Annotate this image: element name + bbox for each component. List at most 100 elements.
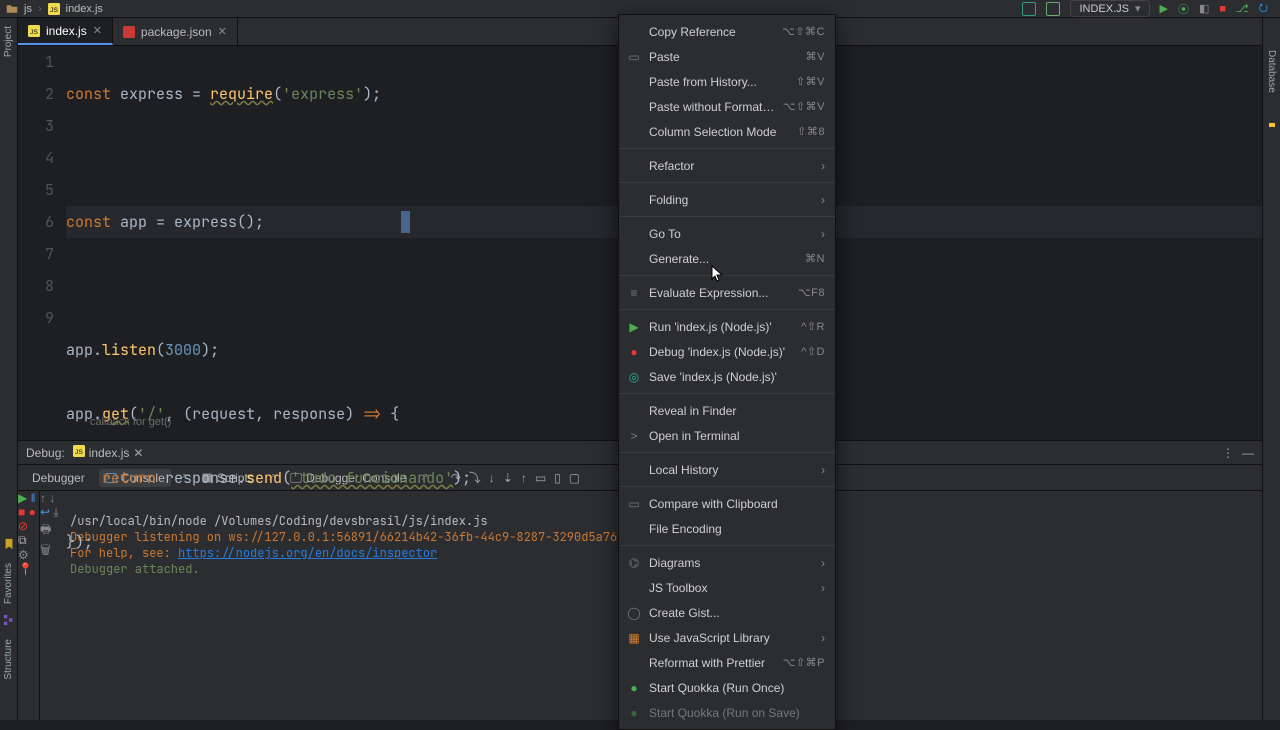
ctx-paste[interactable]: ▭Paste⌘V — [619, 44, 835, 69]
chevron-right-icon: › — [821, 581, 825, 595]
tool-icon[interactable] — [1022, 2, 1036, 16]
ctx-paste-from-history[interactable]: Paste from History... ⇧⌘V — [619, 69, 835, 94]
structure-icon[interactable] — [3, 614, 15, 629]
ctx-open-in-terminal[interactable]: >Open in Terminal — [619, 423, 835, 448]
close-icon[interactable]: ✕ — [93, 24, 102, 37]
js-file-icon: JS — [28, 25, 40, 37]
crumb-file[interactable]: index.js — [66, 3, 103, 15]
ctx-local-history[interactable]: Local History› — [619, 457, 835, 482]
ctx-reformat-with-prettier[interactable]: Reformat with Prettier⌥⇧⌘P — [619, 650, 835, 675]
tool-icon[interactable] — [1046, 2, 1060, 16]
coverage-icon[interactable]: ◧ — [1199, 2, 1209, 15]
ctx-label: Generate... — [649, 252, 797, 266]
ctx-evaluate-expression[interactable]: ≡Evaluate Expression...⌥F8 — [619, 280, 835, 305]
main-toolbar: INDEX.JS ▾ ▶ ⦿ ◧ ■ ⎇ ⭮ — [1022, 0, 1274, 18]
update-icon[interactable]: ⭮ — [1259, 0, 1268, 18]
ctx-start-quokka-run-on-save[interactable]: ● Start Quokka (Run on Save) — [619, 700, 835, 725]
ctx-label: Reveal in Finder — [649, 404, 825, 418]
ctx-label: Go To — [649, 227, 813, 241]
ctx-label: Paste from History... — [649, 75, 788, 89]
run-config-name: INDEX.JS — [1079, 3, 1129, 15]
ctx-paste-without-formatting[interactable]: Paste without Formatting⌥⇧⌘V — [619, 94, 835, 119]
ctx-shortcut: ⇧⌘8 — [797, 125, 825, 138]
wrap-icon[interactable]: ↩ — [40, 505, 50, 519]
ctx-shortcut: ^⇧R — [801, 320, 825, 333]
ctx-generate[interactable]: Generate...⌘N — [619, 246, 835, 271]
ctx-diagrams[interactable]: ⌬ Diagrams › — [619, 550, 835, 575]
ctx-copy-reference[interactable]: Copy Reference⌥⇧⌘C — [619, 19, 835, 44]
tab-index-js[interactable]: JS index.js ✕ — [18, 18, 113, 45]
git-icon[interactable]: ⎇ — [1236, 2, 1249, 15]
rerun-icon[interactable]: ▶ — [18, 491, 27, 505]
run-icon[interactable]: ▶ — [1160, 2, 1168, 15]
print-icon[interactable]: 🖶 — [40, 522, 51, 536]
tool-favorites[interactable]: Favorites — [3, 563, 14, 604]
eval-icon: ≡ — [627, 286, 641, 300]
qk-icon: ● — [627, 706, 641, 720]
ctx-shortcut: ⌥⇧⌘C — [782, 25, 825, 38]
camera-icon[interactable]: ⧉ — [18, 533, 27, 547]
ctx-refactor[interactable]: Refactor › — [619, 153, 835, 178]
stop-icon[interactable]: ■ — [1219, 3, 1226, 15]
stop-icon[interactable]: ■ — [18, 505, 25, 519]
error-stripe[interactable] — [1269, 123, 1275, 127]
tool-structure[interactable]: Structure — [3, 639, 14, 680]
ctx-start-quokka-run-once[interactable]: ●Start Quokka (Run Once) — [619, 675, 835, 700]
crumb-folder[interactable]: js — [24, 3, 32, 15]
diag-icon: ⌬ — [627, 556, 641, 570]
ctx-js-toolbox[interactable]: JS Toolbox › — [619, 575, 835, 600]
callback-hint: callback for get() — [90, 406, 171, 438]
pause-icon[interactable]: ‖ — [31, 491, 36, 505]
ctx-column-selection-mode[interactable]: Column Selection Mode⇧⌘8 — [619, 119, 835, 144]
chevron-down-icon: ▾ — [1135, 2, 1141, 15]
ctx-label: Refactor — [649, 159, 813, 173]
scroll-icon[interactable]: ⤓ — [53, 505, 58, 519]
ctx-use-javascript-library[interactable]: ▦ Use JavaScript Library › — [619, 625, 835, 650]
clear-icon[interactable]: 🗑 — [40, 543, 51, 557]
tool-project[interactable]: Project — [3, 26, 14, 57]
mute-bp-icon[interactable]: ⊘ — [18, 519, 28, 533]
ctx-file-encoding[interactable]: File Encoding — [619, 516, 835, 541]
ctx-go-to[interactable]: Go To› — [619, 221, 835, 246]
ctx-shortcut: ^⇧D — [801, 345, 825, 358]
save-icon: ◎ — [627, 370, 641, 384]
settings-icon[interactable]: ⚙ — [18, 548, 29, 562]
breakpoint-icon[interactable]: ● — [29, 505, 36, 519]
gutter: 123 456 789 — [18, 46, 66, 440]
ctx-run-index-js-node-js[interactable]: ▶ Run 'index.js (Node.js)' ^⇧R — [619, 314, 835, 339]
tab-package-json[interactable]: package.json ✕ — [113, 18, 238, 45]
jslib-icon: ▦ — [627, 631, 641, 645]
qk-icon: ● — [627, 681, 641, 695]
pin-icon[interactable]: 📍 — [18, 562, 33, 576]
ctx-compare-with-clipboard[interactable]: ▭ Compare with Clipboard — [619, 491, 835, 516]
left-tool-strip: Project Favorites Structure — [0, 18, 18, 720]
bookmark-icon[interactable] — [3, 538, 15, 553]
run-config-selector[interactable]: INDEX.JS ▾ — [1070, 0, 1149, 17]
debug-icon[interactable]: ⦿ — [1178, 1, 1189, 17]
ctx-folding[interactable]: Folding› — [619, 187, 835, 212]
close-icon[interactable]: ✕ — [218, 25, 227, 38]
ctx-save-index-js-node-js[interactable]: ◎ Save 'index.js (Node.js)' — [619, 364, 835, 389]
ctx-create-gist[interactable]: ◯Create Gist... — [619, 600, 835, 625]
ctx-label: Use JavaScript Library — [649, 631, 813, 645]
ctx-label: Debug 'index.js (Node.js)' — [649, 345, 793, 359]
ctx-label: Compare with Clipboard — [649, 497, 825, 511]
chevron-right-icon: › — [821, 556, 825, 570]
ctx-shortcut: ⇧⌘V — [796, 75, 825, 88]
chevron-right-icon: › — [821, 159, 825, 173]
ctx-label: Save 'index.js (Node.js)' — [649, 370, 825, 384]
down-icon[interactable]: ↓ — [49, 491, 55, 505]
play-icon: ▶ — [627, 320, 641, 334]
tool-database[interactable]: Database — [1266, 50, 1277, 93]
ctx-debug-index-js-node-js[interactable]: ●Debug 'index.js (Node.js)'^⇧D — [619, 339, 835, 364]
ctx-label: JS Toolbox — [649, 581, 813, 595]
up-icon[interactable]: ↑ — [40, 491, 46, 505]
chevron-right-icon: › — [821, 631, 825, 645]
ctx-label: Start Quokka (Run on Save) — [649, 706, 825, 720]
ctx-label: Diagrams — [649, 556, 813, 570]
ctx-label: Run 'index.js (Node.js)' — [649, 320, 793, 334]
chevron-right-icon: › — [821, 193, 825, 207]
ctx-shortcut: ⌥⇧⌘P — [783, 656, 825, 669]
ctx-reveal-in-finder[interactable]: Reveal in Finder — [619, 398, 835, 423]
cmp-icon: ▭ — [627, 497, 641, 511]
